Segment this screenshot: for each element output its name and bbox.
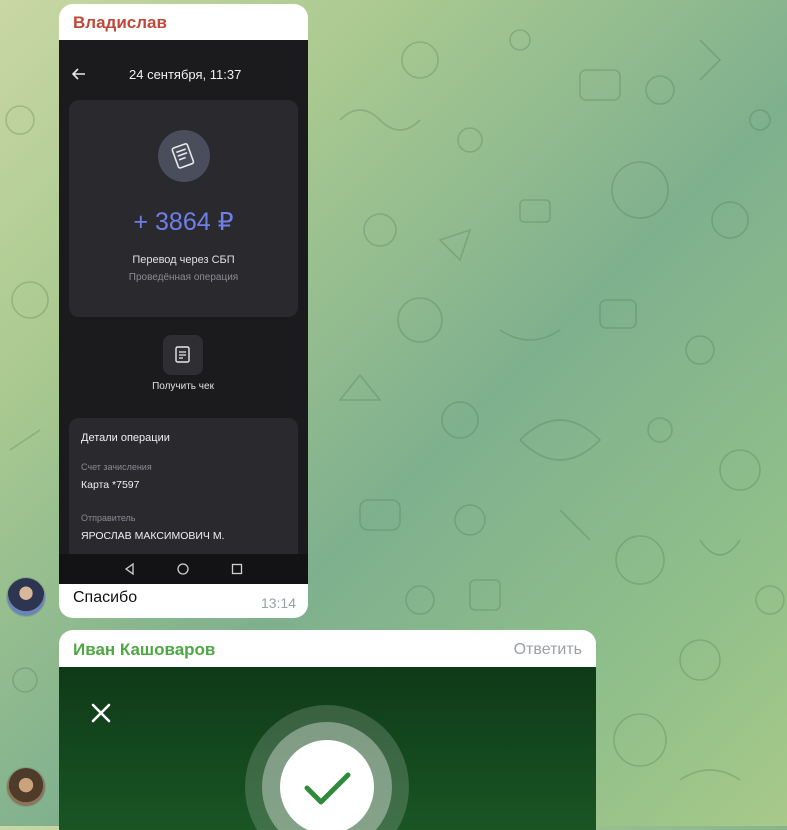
receipt-label: Получить чек (152, 381, 214, 392)
transfer-icon (158, 130, 210, 182)
sender-name[interactable]: Иван Кашоваров (73, 640, 215, 660)
attached-screenshot[interactable]: 24 сентября, 11:37 + 3864 ₽ Перевод чере… (59, 40, 308, 584)
account-label: Счет зачисления (81, 462, 152, 472)
details-title: Детали операции (81, 432, 170, 444)
checkmark-icon (304, 772, 351, 805)
avatar[interactable] (7, 578, 45, 616)
message-time: 13:14 (260, 595, 296, 611)
operation-date: 24 сентября, 11:37 (129, 67, 242, 82)
sender-name[interactable]: Владислав (73, 13, 167, 33)
back-arrow-icon (71, 68, 85, 80)
android-navbar (59, 554, 308, 584)
message-bubble: Владислав 24 сентября, 11:37 + 3864 ₽ Пе… (59, 4, 308, 618)
amount: + 3864 ₽ (133, 208, 234, 236)
sender-value: ЯРОСЛАВ МАКСИМОВИЧ М. (81, 530, 225, 542)
operation-card: + 3864 ₽ Перевод через СБП Проведённая о… (69, 100, 298, 317)
account-value: Карта *7597 (81, 479, 140, 491)
reply-button[interactable]: Ответить (514, 641, 582, 659)
attached-screenshot[interactable] (59, 667, 596, 830)
success-badge (280, 740, 374, 830)
message-bubble: Иван Кашоваров Ответить (59, 630, 596, 830)
message-text: Спасибо (73, 589, 138, 606)
nav-recents-icon (231, 563, 243, 575)
close-icon (91, 703, 111, 723)
operation-status: Проведённая операция (128, 272, 239, 283)
operation-details: Детали операции Счет зачисления Карта *7… (69, 418, 298, 554)
avatar[interactable] (7, 768, 45, 806)
receipt-icon (163, 335, 203, 375)
sender-label: Отправитель (81, 513, 136, 523)
screenshot-header: 24 сентября, 11:37 (59, 66, 308, 86)
nav-back-icon (124, 562, 134, 576)
nav-home-icon (177, 563, 189, 575)
operation-type: Перевод через СБП (132, 254, 235, 266)
